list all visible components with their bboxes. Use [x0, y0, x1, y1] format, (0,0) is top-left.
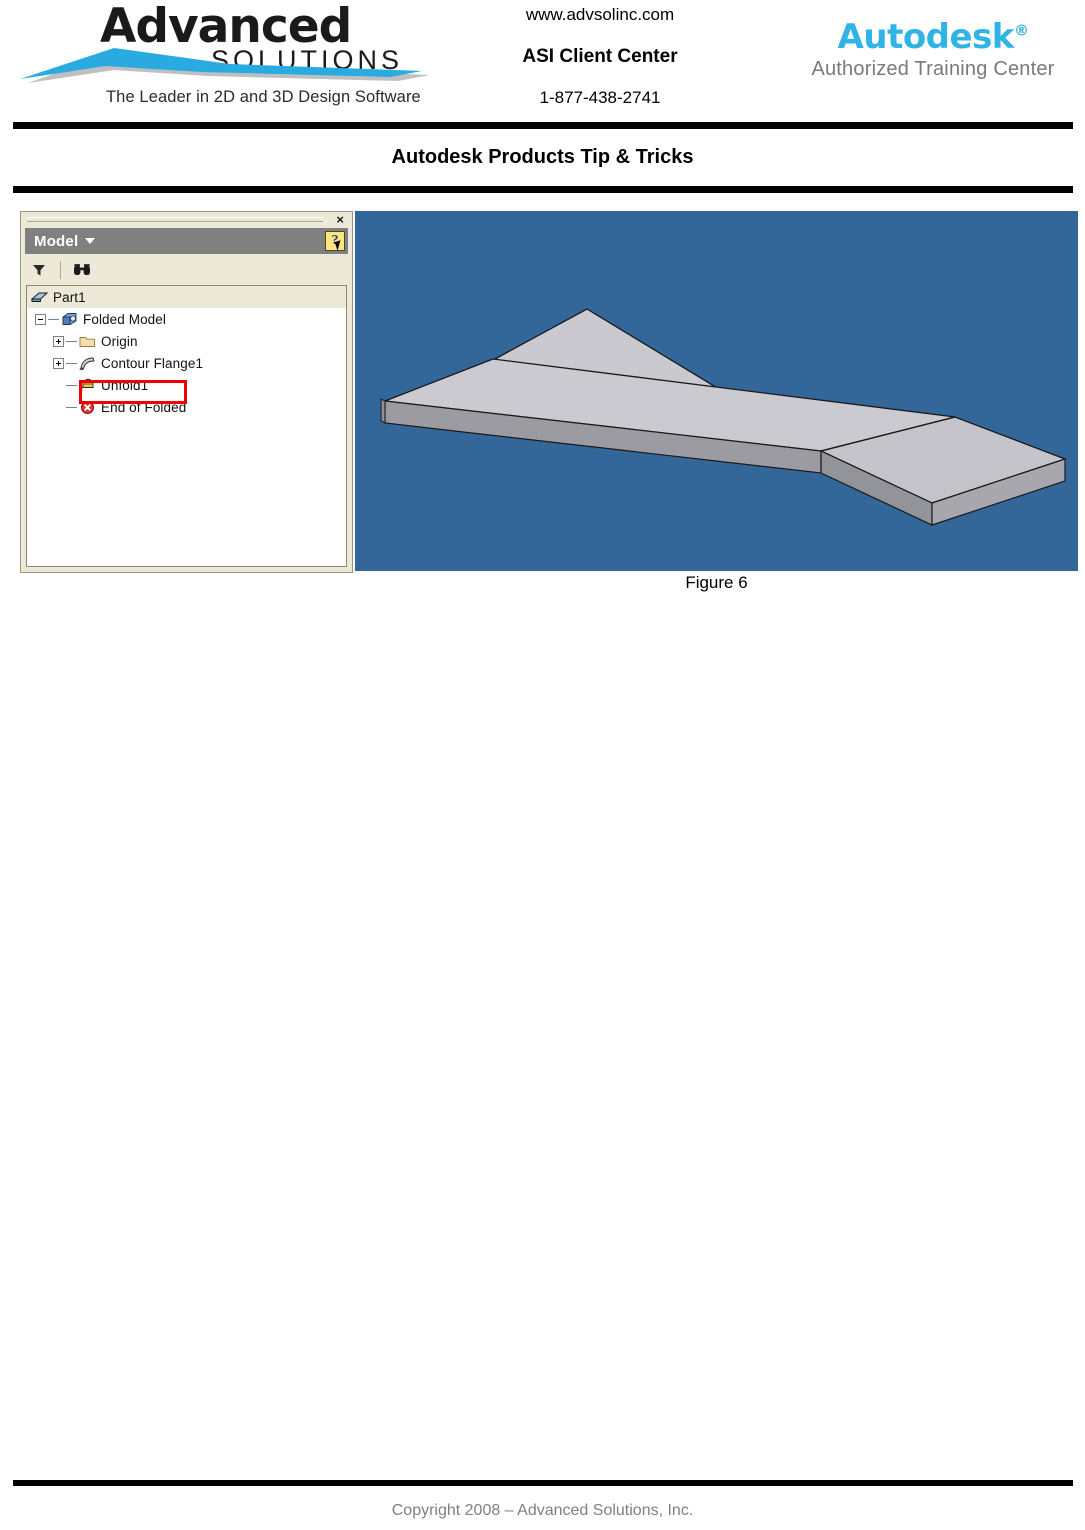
advanced-solutions-logo: Advanced SOLUTIONS The Leader in 2D and … — [18, 2, 430, 114]
help-button[interactable]: ? — [325, 231, 345, 251]
autodesk-word-text: Autodesk — [837, 17, 1015, 57]
model-browser-panel: × Model ? Part1 Folded Model Origin Cont… — [20, 211, 353, 573]
header-rule-bottom — [12, 186, 1073, 193]
tree-item-end-of-folded[interactable]: End of Folded — [27, 396, 346, 418]
panel-grip-bar[interactable]: × — [21, 212, 352, 228]
page-title: Autodesk Products Tip & Tricks — [391, 146, 694, 168]
tree-connector — [66, 406, 77, 408]
figure-6-block: × Model ? Part1 Folded Model Origin Cont… — [0, 211, 1085, 601]
tree-item-label: Contour Flange1 — [101, 355, 204, 371]
website-url: www.advsolinc.com — [525, 5, 675, 24]
tree-item-label: Folded Model — [83, 311, 166, 327]
tree-item-contour-flange1[interactable]: Contour Flange1 — [27, 352, 346, 374]
tree-connector — [66, 384, 77, 386]
end-of-part-icon — [79, 400, 96, 415]
autodesk-wordmark: Autodesk® — [800, 18, 1066, 56]
collapse-toggle-icon[interactable] — [35, 313, 46, 325]
header-rule-top — [12, 122, 1073, 129]
autodesk-atc-logo: Autodesk® Authorized Training Center — [800, 18, 1066, 82]
tree-item-folded-model[interactable]: Folded Model — [27, 308, 346, 330]
sheetmetal-part-icon — [30, 290, 49, 305]
chevron-down-icon[interactable] — [85, 238, 96, 244]
trademark-mark: ® — [1013, 21, 1029, 40]
tree-connector — [48, 318, 59, 320]
tree-item-origin[interactable]: Origin — [27, 330, 346, 352]
tree-item-unfold1[interactable]: Unfold1 — [27, 374, 346, 396]
expand-toggle-icon[interactable] — [53, 357, 64, 369]
tree-item-label: Origin — [101, 333, 138, 349]
logo-tagline: The Leader in 2D and 3D Design Software — [106, 88, 421, 106]
tree-item-label: End of Folded — [101, 399, 187, 415]
tree-item-part1[interactable]: Part1 — [27, 286, 346, 308]
swoosh-icon — [20, 48, 430, 83]
tree-item-label: Part1 — [53, 289, 86, 305]
contact-block: www.advsolinc.com ASI Client Center 1-87… — [430, 0, 770, 111]
tree-connector — [66, 340, 77, 342]
close-icon[interactable]: × — [336, 212, 344, 227]
expand-toggle-icon[interactable] — [53, 335, 64, 347]
filter-icon[interactable] — [25, 258, 53, 282]
tree-item-label: Unfold1 — [101, 377, 149, 393]
folder-icon — [79, 334, 96, 349]
flat-pattern-model — [380, 308, 1067, 526]
copyright-text: Copyright 2008 – Advanced Solutions, Inc… — [391, 1502, 694, 1519]
toolbar-separator — [60, 261, 61, 279]
browser-title-bar[interactable]: Model ? — [25, 228, 348, 254]
client-center-name: ASI Client Center — [522, 46, 678, 67]
browser-toolbar — [25, 256, 348, 284]
grip-lines — [27, 217, 323, 222]
browser-title-label: Model — [34, 232, 79, 250]
folded-model-icon — [61, 312, 78, 327]
model-tree[interactable]: Part1 Folded Model Origin Contour Flange… — [26, 285, 347, 567]
atc-subtitle: Authorized Training Center — [811, 58, 1055, 80]
inventor-3d-viewport[interactable] — [355, 211, 1078, 571]
figure-caption: Figure 6 — [685, 573, 748, 592]
tree-connector — [66, 362, 77, 364]
contour-flange-icon — [79, 356, 96, 371]
phone-number: 1-877-438-2741 — [539, 88, 661, 107]
page-header: Advanced SOLUTIONS The Leader in 2D and … — [0, 0, 1085, 122]
mouse-cursor-icon — [334, 240, 344, 251]
page-footer: Copyright 2008 – Advanced Solutions, Inc… — [0, 1480, 1085, 1520]
find-icon[interactable] — [68, 258, 96, 282]
unfold-icon — [79, 378, 96, 393]
